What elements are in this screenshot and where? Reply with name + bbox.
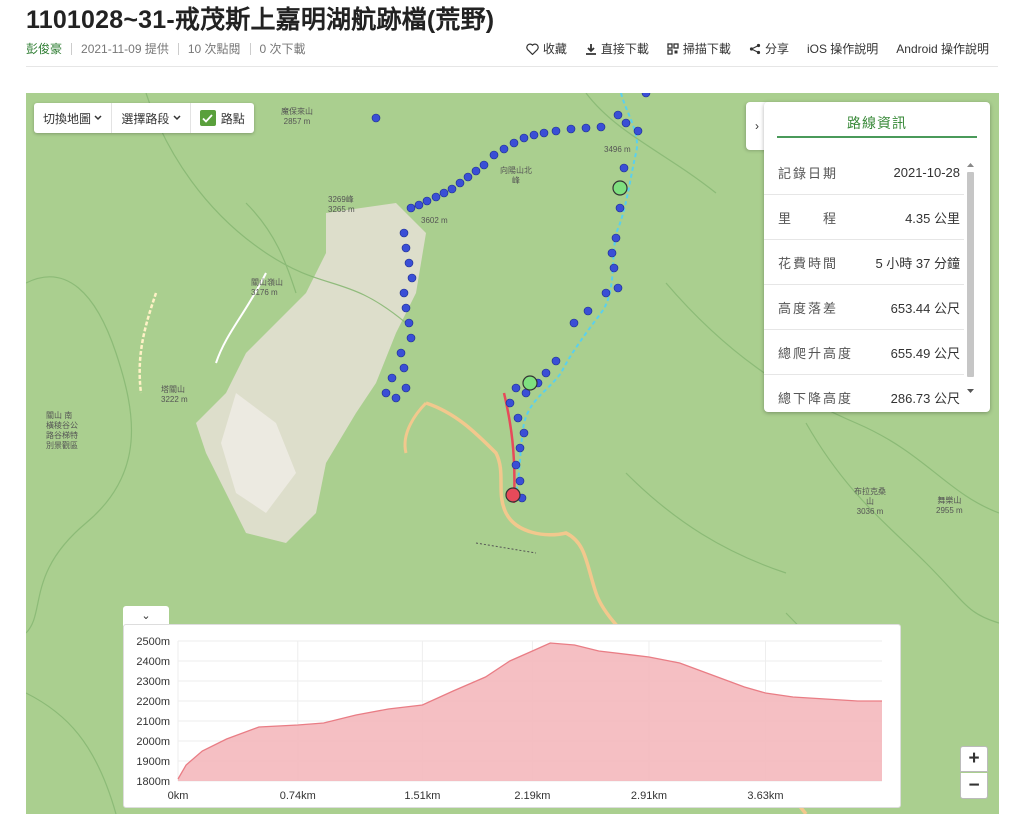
qrcode-icon [667,42,679,55]
info-label: 里 程 [778,210,839,226]
info-value: 653.44 公尺 [890,300,960,316]
info-label: 高度落差 [778,300,839,316]
map-label-xiangyang: 向陽山北峰 [500,166,532,185]
map-label-3496: 3496 m [604,145,631,154]
ios-help-link[interactable]: iOS 操作說明 [807,40,878,57]
share-label: 分享 [764,42,789,56]
y-tick-label: 2500m [136,636,170,648]
info-value: 5 小時 37 分鐘 [875,255,960,271]
zoom-in-button[interactable]: + [960,746,988,772]
chevron-down-icon [173,115,181,121]
elevation-toggle[interactable]: ⌄ [123,606,169,626]
info-label: 花費時間 [778,255,839,271]
x-tick-label: 0km [168,790,189,802]
route-info-list: 記錄日期 2021-10-28 里 程 4.35 公里 花費時間 5 小時 37 分鐘… [764,150,964,420]
divider [71,42,73,55]
select-route-label: 選擇路段 [121,111,170,126]
favorite-label: 收藏 [542,42,567,56]
y-tick-label: 2300m [136,676,170,688]
y-tick-label: 2100m [136,716,170,728]
x-tick-label: 0.74km [280,790,316,802]
chevron-down-icon [94,115,102,121]
page-title: 1101028~31-戒茂斯上嘉明湖航跡檔(荒野) [26,6,495,34]
scrollbar-thumb[interactable] [967,172,974,377]
select-route-dropdown[interactable]: 選擇路段 [112,103,191,133]
map-control-bar: 切換地圖 選擇路段 路點 [34,103,254,133]
scroll-down-icon[interactable] [967,388,974,394]
map-label-wule: 舞樂山 2955 m [936,496,963,515]
info-row: 總下降高度 286.73 公尺 [764,375,964,420]
header-divider [26,66,998,67]
x-tick-label: 2.19km [514,790,550,802]
info-value: 286.73 公尺 [890,391,960,406]
info-row: 記錄日期 2021-10-28 [764,150,964,195]
map-label-3269: 3269峰 3265 m [328,195,355,214]
android-help-label: Android 操作說明 [896,42,989,56]
map-label-guanshanling: 關山嶺山 3176 m [251,278,283,297]
download-icon [585,43,596,55]
info-label: 記錄日期 [778,165,839,181]
elevation-chart-panel: 2500m 2400m 2300m 2200m 2100m 2000m 1900m 1800m… [123,624,901,808]
elevation-area [178,643,882,781]
upload-date: 2021-11-09 提供 [81,42,169,56]
divider [249,42,251,55]
info-value: 655.49 公尺 [890,345,960,361]
info-row: 里 程 4.35 公里 [764,195,964,240]
scroll-up-icon[interactable] [967,162,974,168]
click-count: 10 次點閱 [187,42,241,56]
checkbox-checked-icon [199,110,216,126]
x-tick-label: 2.91km [631,790,667,802]
info-row: 總爬升高度 655.49 公尺 [764,330,964,375]
info-label: 總爬升高度 [778,345,854,361]
share-button[interactable]: 分享 [749,40,789,57]
y-tick-label: 1900m [136,756,170,768]
x-tick-label: 1.51km [404,790,440,802]
waypoints-toggle[interactable]: 路點 [191,103,254,133]
elevation-chart: 2500m 2400m 2300m 2200m 2100m 2000m 1900m 1800m… [136,636,882,802]
favorite-button[interactable]: 收藏 [526,40,567,57]
scan-download-button[interactable]: 掃描下載 [667,40,731,57]
scan-label: 掃描下載 [682,42,731,56]
y-tick-label: 2400m [136,656,170,668]
x-tick-label: 3.63km [747,790,783,802]
map-label-mopaolai: 魔保來山 2857 m [281,107,313,126]
download-button[interactable]: 直接下載 [585,40,649,57]
y-tick-label: 2200m [136,696,170,708]
waypoints-label: 路點 [220,111,245,126]
info-label: 總下降高度 [778,391,854,406]
route-info-title: 路線資訊 [777,110,977,138]
map-label-viewpoint: 關山 南橫稜谷公 路谷梯特 別景觀區 [46,411,78,450]
route-info-panel: 路線資訊 記錄日期 2021-10-28 里 程 4.35 公里 花費時間 5 小時 … [764,102,990,412]
info-row: 花費時間 5 小時 37 分鐘 [764,240,964,285]
y-tick-label: 2000m [136,736,170,748]
info-value: 4.35 公里 [905,210,960,226]
meta-bar: 彭俊豪 2021-11-09 提供 10 次點閱 0 次下載 [26,40,306,57]
action-bar: 收藏 直接下載 掃描下載 分享 iOS 操作說明 Android 操作說明 [508,40,989,57]
switch-map-label: 切換地圖 [43,111,92,126]
divider [177,42,179,55]
share-icon [749,43,761,54]
map-view[interactable]: 魔保來山 2857 m 3496 m 3269峰 3265 m 3602 m 關山嶺… [26,93,999,814]
map-label-taguan: 塔關山 3222 m [161,385,188,404]
ios-help-label: iOS 操作說明 [806,42,879,56]
switch-map-dropdown[interactable]: 切換地圖 [34,103,113,133]
map-label-3602: 3602 m [421,216,448,225]
info-scrollbar[interactable] [965,162,975,402]
info-value: 2021-10-28 [893,164,961,180]
y-tick-label: 1800m [136,776,170,788]
zoom-out-button[interactable]: − [960,773,988,799]
map-label-bulakesang: 布拉克桑山 3036 m [854,487,886,516]
android-help-link[interactable]: Android 操作說明 [896,40,989,57]
download-label: 直接下載 [600,42,649,56]
author-link[interactable]: 彭俊豪 [26,40,62,57]
heart-icon [526,43,539,55]
info-row: 高度落差 653.44 公尺 [764,285,964,330]
download-count: 0 次下載 [259,42,306,56]
